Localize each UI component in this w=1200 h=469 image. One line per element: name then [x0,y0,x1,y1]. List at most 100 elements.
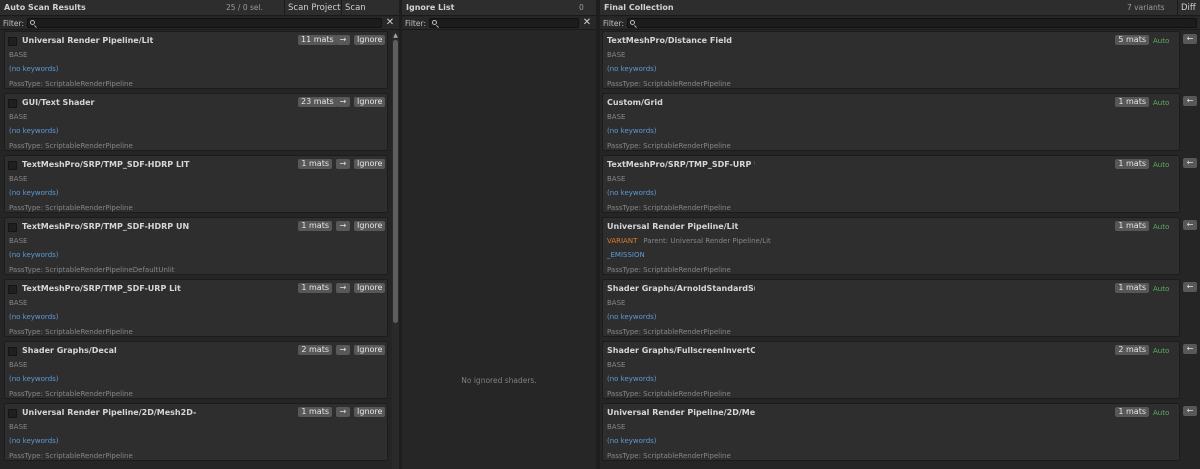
add-to-collection-arrow-icon[interactable]: → [336,159,350,169]
final-filter-input[interactable] [626,18,1197,28]
scan-result-row[interactable]: Universal Render Pipeline/Lit BASE (no key… [4,31,388,89]
scroll-up-arrow-icon[interactable]: ▲ [392,33,399,39]
auto-scan-filter-row: Filter: ✕ [0,17,399,30]
scan-scenes-button[interactable]: Scan Scenes [341,0,399,29]
scan-result-row[interactable]: TextMeshPro/SRP/TMP_SDF-HDRP LIT BASE (no … [4,155,388,213]
keywords-label: (no keywords) [607,189,657,197]
collection-row[interactable]: TextMeshPro/Distance Field BASE (no keywor… [602,31,1180,89]
add-to-collection-arrow-icon[interactable]: → [336,97,350,107]
pass-type-label: PassType: ScriptableRenderPipeline [9,204,133,212]
scan-result-row[interactable]: TextMeshPro/SRP/TMP_SDF-HDRP UN BASE (no k… [4,217,388,275]
material-count-badge: 2 mats [1115,345,1149,355]
filter-label: Filter: [405,18,426,28]
search-icon [29,20,35,25]
remove-from-collection-arrow-icon[interactable]: ← [1183,406,1197,416]
ignore-button[interactable]: Ignore [354,221,386,231]
pass-type-label: PassType: ScriptableRenderPipelineDefaul… [9,266,175,274]
shader-name: TextMeshPro/SRP/TMP_SDF-URP Lit [22,284,181,293]
ignore-button[interactable]: Ignore [354,407,386,417]
auto-scan-title: Auto Scan Results [4,3,86,12]
collection-row[interactable]: Custom/Grid BASE (no keywords) PassType: Sc… [602,93,1180,151]
pass-variant-label: BASE [9,113,28,121]
pass-type-label: PassType: ScriptableRenderPipeline [607,452,731,460]
shader-name: Universal Render Pipeline/2D/Mesh2D [607,408,755,417]
auto-scan-scrollbar[interactable]: ▲ [392,33,399,469]
select-checkbox[interactable] [8,37,17,46]
pass-variant-label: BASE [607,51,626,59]
keywords-label: (no keywords) [607,375,657,383]
auto-scan-header: Auto Scan Results 25 / 0 sel. Scan Proje… [0,0,399,29]
final-collection-list: TextMeshPro/Distance Field BASE (no keywor… [600,31,1200,469]
collection-row[interactable]: Universal Render Pipeline/2D/Mesh2D BASE (… [602,403,1180,461]
add-to-collection-arrow-icon[interactable]: → [336,283,350,293]
scan-result-row[interactable]: TextMeshPro/SRP/TMP_SDF-URP Lit BASE (no k… [4,279,388,337]
ignore-button[interactable]: Ignore [354,159,386,169]
scan-result-row[interactable]: Universal Render Pipeline/2D/Mesh2D- BASE… [4,403,388,461]
keywords-label: (no keywords) [607,65,657,73]
auto-label: Auto [1153,223,1170,231]
add-to-collection-arrow-icon[interactable]: → [336,221,350,231]
remove-from-collection-arrow-icon[interactable]: ← [1183,158,1197,168]
scan-result-row[interactable]: GUI/Text Shader BASE (no keywords) PassType… [4,93,388,151]
pass-type-label: PassType: ScriptableRenderPipeline [9,390,133,398]
variant-parent-label: VARIANT Parent: Universal Render Pipeline… [607,237,771,245]
remove-from-collection-arrow-icon[interactable]: ← [1183,282,1197,292]
shader-name: TextMeshPro/SRP/TMP_SDF-HDRP UN [22,222,190,231]
add-to-collection-arrow-icon[interactable]: → [336,345,350,355]
ignore-button[interactable]: Ignore [354,35,386,45]
add-to-collection-arrow-icon[interactable]: → [336,35,350,45]
remove-from-collection-arrow-icon[interactable]: ← [1183,344,1197,354]
keywords-label: (no keywords) [9,375,59,383]
pass-variant-label: BASE [607,113,626,121]
material-count-badge: 1 mats [298,221,332,231]
pass-type-label: PassType: ScriptableRenderPipeline [607,80,731,88]
add-to-collection-arrow-icon[interactable]: → [336,407,350,417]
shader-name: TextMeshPro/Distance Field [607,36,732,45]
pass-type-label: PassType: ScriptableRenderPipeline [607,204,731,212]
ignore-button[interactable]: Ignore [354,283,386,293]
ignore-filter-input[interactable] [428,18,579,28]
select-checkbox[interactable] [8,409,17,418]
remove-from-collection-arrow-icon[interactable]: ← [1183,96,1197,106]
remove-from-collection-arrow-icon[interactable]: ← [1183,220,1197,230]
shader-name: Shader Graphs/FullscreenInvertColors [607,346,755,355]
shader-name: Universal Render Pipeline/Lit [607,222,739,231]
auto-label: Auto [1153,347,1170,355]
remove-from-collection-arrow-icon[interactable]: ← [1183,34,1197,44]
collection-row[interactable]: Universal Render Pipeline/Lit VARIANT Pare… [602,217,1180,275]
keywords-label: (no keywords) [607,437,657,445]
select-checkbox[interactable] [8,161,17,170]
auto-label: Auto [1153,37,1170,45]
auto-scan-filter-input[interactable] [26,18,382,28]
keywords-label: (no keywords) [9,313,59,321]
diff-button[interactable]: Diff [1177,0,1199,16]
material-count-badge: 2 mats [298,345,332,355]
select-checkbox[interactable] [8,99,17,108]
pass-type-label: PassType: ScriptableRenderPipeline [9,80,133,88]
final-collection-title: Final Collection [604,3,674,12]
material-count-badge: 1 mats [298,407,332,417]
scrollbar-thumb[interactable] [393,40,398,323]
select-checkbox[interactable] [8,223,17,232]
keywords-label: (no keywords) [607,127,657,135]
auto-scan-list: Universal Render Pipeline/Lit BASE (no key… [0,31,399,469]
scan-result-row[interactable]: Shader Graphs/Decal BASE (no keywords) Pass… [4,341,388,399]
ignore-button[interactable]: Ignore [354,345,386,355]
keywords-label: (no keywords) [607,313,657,321]
select-checkbox[interactable] [8,285,17,294]
clear-filter-button[interactable]: ✕ [384,17,396,29]
pass-variant-label: BASE [9,237,28,245]
clear-filter-button[interactable]: ✕ [581,17,593,29]
material-count-badge: 1 mats [1115,159,1149,169]
scan-project-button[interactable]: Scan Project [284,0,343,16]
select-checkbox[interactable] [8,347,17,356]
pass-type-label: PassType: ScriptableRenderPipeline [607,390,731,398]
material-count-badge: 1 mats [1115,97,1149,107]
shader-name: TextMeshPro/SRP/TMP_SDF-HDRP LIT [22,160,190,169]
collection-row[interactable]: Shader Graphs/FullscreenInvertColors BASE… [602,341,1180,399]
pass-variant-label: BASE [9,361,28,369]
collection-row[interactable]: Shader Graphs/ArnoldStandardSurfac BASE (n… [602,279,1180,337]
ignore-button[interactable]: Ignore [354,97,386,107]
material-count-badge: 1 mats [298,283,332,293]
collection-row[interactable]: TextMeshPro/SRP/TMP_SDF-URP Unli BASE (no … [602,155,1180,213]
